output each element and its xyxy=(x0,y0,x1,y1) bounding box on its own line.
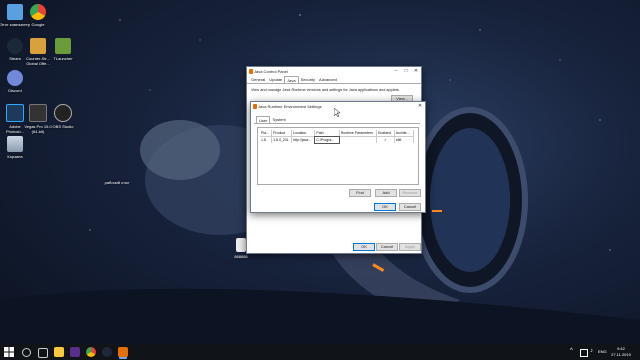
task-view-icon[interactable] xyxy=(38,348,48,358)
discord-icon xyxy=(7,70,23,86)
chrome-icon xyxy=(30,4,46,20)
desktop-icon-recycle-bin[interactable]: Корзина xyxy=(0,136,30,159)
chevron-up-icon[interactable]: ^ xyxy=(570,348,578,356)
clock-date: 27.11.2019 xyxy=(611,352,631,357)
tab-java[interactable]: Java xyxy=(284,76,299,83)
volume-icon[interactable]: ♪ xyxy=(590,348,593,354)
java-icon xyxy=(249,69,253,74)
table-row[interactable]: 1.8 1.8.0_201 http://java... C:\Progra..… xyxy=(260,135,415,144)
start-button[interactable] xyxy=(4,347,14,357)
cell-product: 1.8.0_201 xyxy=(271,136,293,143)
maximize-icon[interactable]: □ xyxy=(401,67,411,76)
cell-architecture: x86 xyxy=(394,136,415,143)
java-icon xyxy=(253,104,257,109)
close-icon[interactable]: ✕ xyxy=(411,67,421,76)
desktop-icon-discord[interactable]: Discord xyxy=(0,70,30,93)
find-button[interactable]: Find xyxy=(349,189,371,197)
cell-runtime-parameters[interactable] xyxy=(339,136,378,143)
obs-icon xyxy=(54,104,72,122)
tab-advanced[interactable]: Advanced xyxy=(317,76,339,83)
jre-ok-button[interactable]: OK xyxy=(374,203,396,211)
minimize-icon[interactable]: – xyxy=(391,67,401,76)
jcp-description: View and manage Java Runtime versions an… xyxy=(251,88,400,92)
mouse-cursor-icon xyxy=(334,108,340,117)
jre-table-panel: Pla... Product Location Path Runtime Par… xyxy=(257,127,419,185)
jcp-ok-button[interactable]: OK xyxy=(353,243,375,251)
jre-cancel-button[interactable]: Cancel xyxy=(399,203,421,211)
language-indicator[interactable]: ENG xyxy=(598,349,607,354)
computer-icon xyxy=(7,4,23,20)
tab-user[interactable]: User xyxy=(256,116,271,123)
jcp-cancel-button[interactable]: Cancel xyxy=(376,243,398,251)
network-icon[interactable] xyxy=(580,349,588,357)
desktop-icon-obs[interactable]: OBS Studio xyxy=(48,104,78,129)
clock[interactable]: 9:42 27.11.2019 xyxy=(608,346,634,358)
minecraft-icon xyxy=(55,38,71,54)
search-icon[interactable] xyxy=(22,348,31,357)
store-icon[interactable] xyxy=(70,347,80,357)
jre-table: Pla... Product Location Path Runtime Par… xyxy=(260,130,415,144)
jre-title: Java Runtime Environment Settings xyxy=(258,104,322,109)
jcp-titlebar: Java Control Panel – □ ✕ xyxy=(247,67,421,76)
desktop-icon-google[interactable]: Google xyxy=(23,4,53,27)
jcp-apply-button[interactable]: Apply xyxy=(399,243,421,251)
tab-general[interactable]: General xyxy=(249,76,267,83)
recycle-bin-icon xyxy=(7,136,23,152)
windows-icon xyxy=(4,347,14,357)
tab-update[interactable]: Update xyxy=(267,76,284,83)
taskbar: ^ ♪ ENG 9:42 27.11.2019 xyxy=(0,344,640,360)
remove-button[interactable]: Remove xyxy=(399,189,421,197)
jre-tabs: User System xyxy=(254,116,420,124)
add-button[interactable]: Add xyxy=(375,189,397,197)
desktop-icon-tlauncher[interactable]: TLauncher xyxy=(48,38,78,61)
close-icon[interactable]: ✕ xyxy=(415,102,425,111)
file-explorer-icon[interactable] xyxy=(54,347,64,357)
cell-path-editing[interactable]: C:\Progra... xyxy=(313,135,341,144)
java-taskbar-icon[interactable] xyxy=(118,347,128,357)
chrome-icon[interactable] xyxy=(86,347,96,357)
photoshop-icon xyxy=(6,104,24,122)
jcp-title: Java Control Panel xyxy=(254,69,288,74)
cell-location: http://java... xyxy=(291,136,316,143)
desktop-icon-folder[interactable]: рабочий стол xyxy=(102,166,132,185)
steam-icon[interactable] xyxy=(102,347,112,357)
cell-platform: 1.8 xyxy=(260,136,273,143)
file-icon xyxy=(236,238,246,252)
jre-settings-dialog: Java Runtime Environment Settings ✕ User… xyxy=(250,101,426,213)
tab-security[interactable]: Security xyxy=(299,76,317,83)
steam-icon xyxy=(7,38,23,54)
vegas-icon xyxy=(29,104,47,122)
csgo-icon xyxy=(30,38,46,54)
enabled-checkbox[interactable]: ✓ xyxy=(376,136,395,143)
tab-system[interactable]: System xyxy=(270,116,287,123)
jcp-tabs: General Update Java Security Advanced xyxy=(247,76,421,84)
